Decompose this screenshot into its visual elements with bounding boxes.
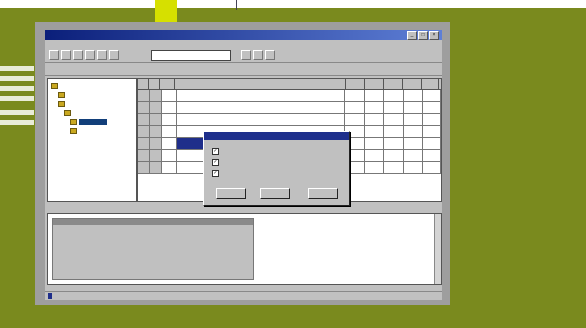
- dialog-option[interactable]: ✓: [212, 159, 222, 166]
- bottom-pane: [47, 213, 442, 285]
- maximize-button[interactable]: □: [418, 30, 428, 40]
- folder-icon: [70, 119, 77, 125]
- folder-icon: [58, 101, 65, 107]
- copy-icon[interactable]: [109, 50, 119, 60]
- properties-panel: [52, 218, 254, 280]
- tree-panel: [47, 78, 137, 202]
- checkbox[interactable]: ✓: [212, 159, 219, 166]
- panel-titlebar: [53, 219, 253, 225]
- help-button[interactable]: [308, 188, 338, 199]
- accent-block: [155, 0, 177, 24]
- ok-button[interactable]: [216, 188, 246, 199]
- dialog-option[interactable]: ✓: [212, 148, 222, 155]
- folder-icon: [51, 83, 58, 89]
- undo-icon[interactable]: [241, 50, 251, 60]
- checkbox[interactable]: ✓: [212, 170, 219, 177]
- minimize-button[interactable]: _: [407, 30, 417, 40]
- tree-item[interactable]: [70, 128, 79, 134]
- table-row[interactable]: [138, 90, 441, 102]
- decorative-lines: [0, 66, 34, 138]
- dialog-option[interactable]: ✓: [212, 170, 222, 177]
- toolbar-combo[interactable]: [151, 49, 231, 61]
- status-bar: [45, 291, 442, 300]
- screenshot-photo-frame: _ □ × ✓ ✓ ✓: [35, 22, 450, 305]
- divider-line: [236, 0, 237, 10]
- menu-bar: [45, 40, 442, 48]
- top-border-strip: [0, 0, 586, 8]
- toolbar: [45, 48, 442, 63]
- tree-item[interactable]: [58, 101, 67, 107]
- close-button[interactable]: ×: [429, 30, 439, 40]
- page-background: _ □ × ✓ ✓ ✓: [0, 0, 586, 328]
- tree-item-root[interactable]: [51, 83, 60, 89]
- print-icon[interactable]: [85, 50, 95, 60]
- cut-icon[interactable]: [97, 50, 107, 60]
- table-row[interactable]: [138, 114, 441, 126]
- tree-item[interactable]: [58, 92, 67, 98]
- vertical-scrollbar[interactable]: [434, 214, 441, 284]
- table-row[interactable]: [138, 102, 441, 114]
- tree-item[interactable]: [64, 110, 73, 116]
- options-dialog: ✓ ✓ ✓: [203, 131, 350, 206]
- window-titlebar: _ □ ×: [45, 30, 442, 40]
- open-icon[interactable]: [61, 50, 71, 60]
- new-icon[interactable]: [49, 50, 59, 60]
- folder-icon: [58, 92, 65, 98]
- grid-header: [138, 79, 441, 90]
- save-icon[interactable]: [73, 50, 83, 60]
- help-icon[interactable]: [265, 50, 275, 60]
- dialog-title: [204, 132, 349, 140]
- folder-icon: [70, 128, 77, 134]
- cancel-button[interactable]: [260, 188, 290, 199]
- application-window: _ □ × ✓ ✓ ✓: [45, 30, 442, 300]
- folder-icon: [64, 110, 71, 116]
- secondary-toolbar: [45, 63, 442, 76]
- status-highlight: [48, 293, 52, 299]
- redo-icon[interactable]: [253, 50, 263, 60]
- tree-item-selected[interactable]: [70, 119, 107, 125]
- checkbox[interactable]: ✓: [212, 148, 219, 155]
